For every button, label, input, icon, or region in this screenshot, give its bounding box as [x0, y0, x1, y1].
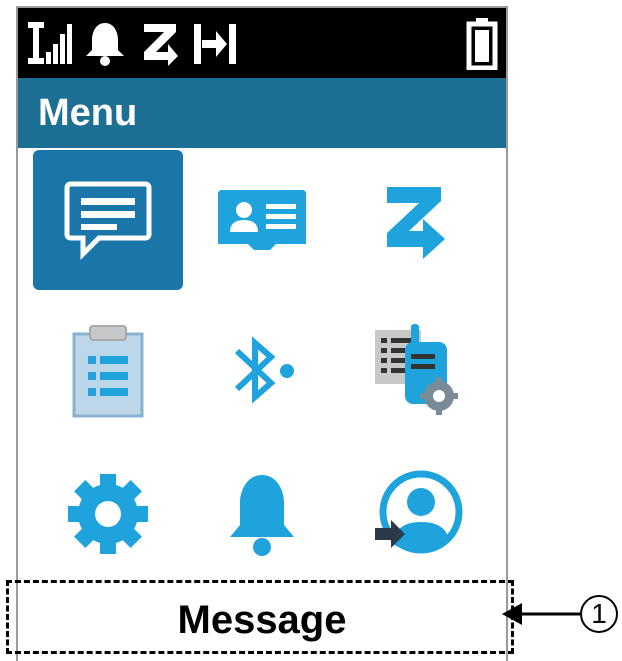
call-log-tile[interactable] [33, 300, 183, 440]
contacts-tile[interactable] [187, 150, 337, 290]
callout-highlight-box [6, 580, 514, 654]
user-login-icon [375, 470, 463, 554]
bluetooth-tile[interactable] [187, 300, 337, 440]
settings-tile[interactable] [33, 444, 183, 584]
radio-info-tile[interactable] [340, 300, 490, 440]
battery-icon [466, 18, 498, 70]
direct-mode-icon [194, 24, 236, 64]
menu-title: Menu [18, 78, 506, 148]
user-login-tile[interactable] [340, 444, 490, 584]
bell-icon [86, 23, 124, 66]
radio-settings-icon [375, 324, 458, 415]
gear-icon [68, 474, 148, 554]
clipboard-list-icon [72, 325, 144, 418]
bluetooth-icon [234, 336, 294, 404]
z-icon [144, 24, 178, 66]
contact-card-icon [218, 190, 306, 250]
signal-strength-icon [28, 22, 72, 64]
status-bar [18, 8, 506, 78]
z-arrow-icon [387, 187, 445, 259]
callout-number: 1 [580, 595, 618, 633]
message-icon [64, 181, 152, 261]
messages-tile[interactable] [33, 150, 183, 290]
radio-display: Menu Message [16, 6, 508, 661]
bell-icon [230, 475, 294, 556]
scan-tile[interactable] [340, 150, 490, 290]
notifications-tile[interactable] [187, 444, 337, 584]
callout-arrow-icon [502, 603, 580, 625]
